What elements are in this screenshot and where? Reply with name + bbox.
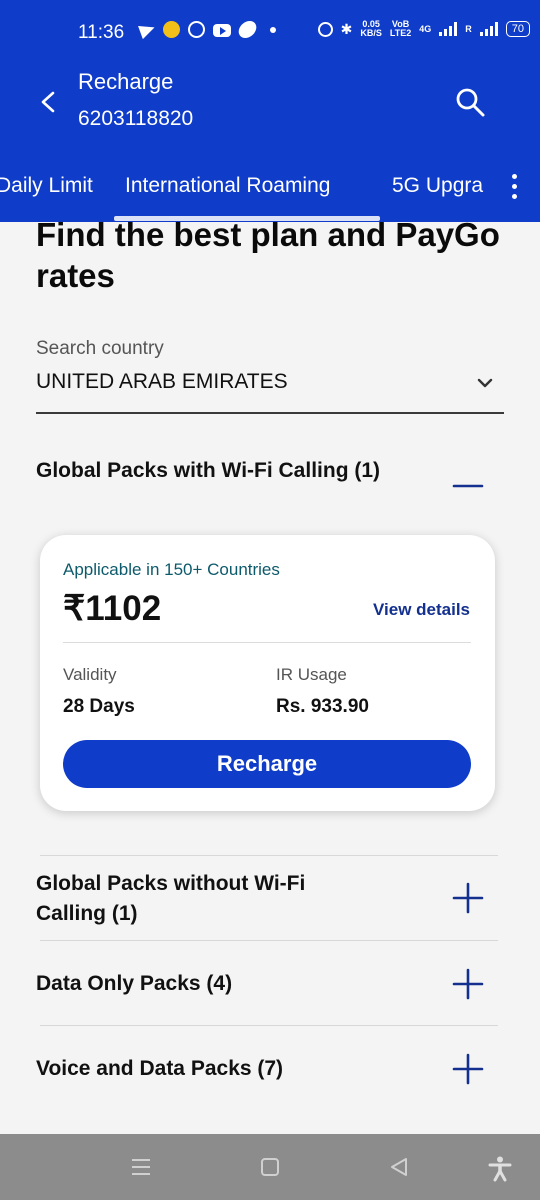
roaming-indicator: R — [465, 24, 472, 34]
app-header: Recharge 6203118820 — [0, 66, 540, 150]
validity-value: 28 Days — [63, 696, 135, 717]
more-options-icon[interactable] — [512, 174, 520, 200]
plan-card: Applicable in 150+ Countries ₹1102 View … — [40, 535, 495, 811]
tab-daily-limit[interactable]: Daily Limit — [0, 174, 93, 198]
app-ring-icon — [188, 21, 205, 38]
expand-plus-icon[interactable] — [450, 1051, 486, 1087]
ir-usage-value: Rs. 933.90 — [276, 696, 369, 717]
expand-plus-icon[interactable] — [450, 880, 486, 916]
menu-icon[interactable] — [130, 1156, 152, 1178]
battery-icon: 70 — [505, 21, 530, 37]
recharge-button[interactable]: Recharge — [63, 740, 471, 788]
speed-unit: KB/S — [360, 28, 382, 38]
section-divider — [40, 940, 498, 941]
validity-label: Validity — [63, 665, 117, 684]
telegram-icon — [138, 20, 157, 39]
country-select[interactable]: UNITED ARAB EMIRATES — [36, 364, 504, 414]
country-value: UNITED ARAB EMIRATES — [36, 370, 288, 393]
expand-plus-icon[interactable] — [450, 966, 486, 1002]
section-title-without-wifi[interactable]: Global Packs without Wi-Fi Calling (1) — [36, 869, 366, 929]
back-triangle-icon[interactable] — [388, 1156, 410, 1178]
section-title-data-only[interactable]: Data Only Packs (4) — [36, 969, 456, 999]
system-navigation-bar — [0, 1134, 540, 1200]
section-divider — [40, 855, 498, 856]
bluetooth-icon: ✱ — [340, 20, 353, 37]
system-indicators: ✱ 0.05 KB/S VoB LTE2 4G R 70 — [317, 20, 530, 38]
network-speed: 0.05 KB/S — [360, 20, 382, 38]
page-heading: Find the best plan and PayGo rates — [36, 216, 500, 294]
back-arrow-icon[interactable] — [38, 91, 60, 113]
youtube-icon — [213, 24, 231, 37]
tab-5g-upgrade[interactable]: 5G Upgra — [392, 174, 492, 198]
search-icon[interactable] — [454, 86, 486, 118]
collapse-minus-icon[interactable] — [450, 468, 486, 504]
plan-price: ₹1102 — [63, 589, 162, 628]
accessibility-icon[interactable] — [488, 1156, 512, 1182]
phonepe-icon — [236, 21, 259, 38]
page-title: Recharge — [78, 69, 174, 94]
network-type: 4G — [419, 24, 432, 34]
tab-bar: Daily Limit International Roaming 5G Upg… — [0, 150, 540, 222]
signal-1-icon — [439, 22, 458, 36]
status-time: 11:36 — [78, 22, 125, 43]
chevron-down-icon — [477, 378, 493, 388]
volte-bottom: LTE2 — [389, 28, 412, 38]
volte-indicator: VoB LTE2 — [390, 20, 411, 38]
ir-usage-label: IR Usage — [276, 665, 347, 684]
view-details-link[interactable]: View details — [373, 600, 470, 620]
status-bar: 11:36 ✱ 0.05 KB/S VoB LTE2 4G R 70 — [0, 0, 540, 66]
search-country-label: Search country — [36, 338, 164, 359]
signal-2-icon — [479, 22, 498, 36]
app-notification-icon — [163, 21, 180, 38]
notification-icons — [138, 20, 282, 39]
section-divider — [40, 1025, 498, 1026]
section-title-wifi-calling[interactable]: Global Packs with Wi-Fi Calling (1) — [36, 456, 456, 486]
alarm-icon — [317, 21, 333, 37]
plan-applicability: Applicable in 150+ Countries — [63, 560, 280, 579]
phone-number: 6203118820 — [78, 107, 194, 130]
more-notifications-dot-icon — [270, 26, 276, 33]
home-icon[interactable] — [259, 1156, 281, 1178]
tab-international-roaming[interactable]: International Roaming — [125, 174, 330, 198]
section-title-voice-data[interactable]: Voice and Data Packs (7) — [36, 1054, 456, 1084]
card-divider — [63, 642, 471, 643]
